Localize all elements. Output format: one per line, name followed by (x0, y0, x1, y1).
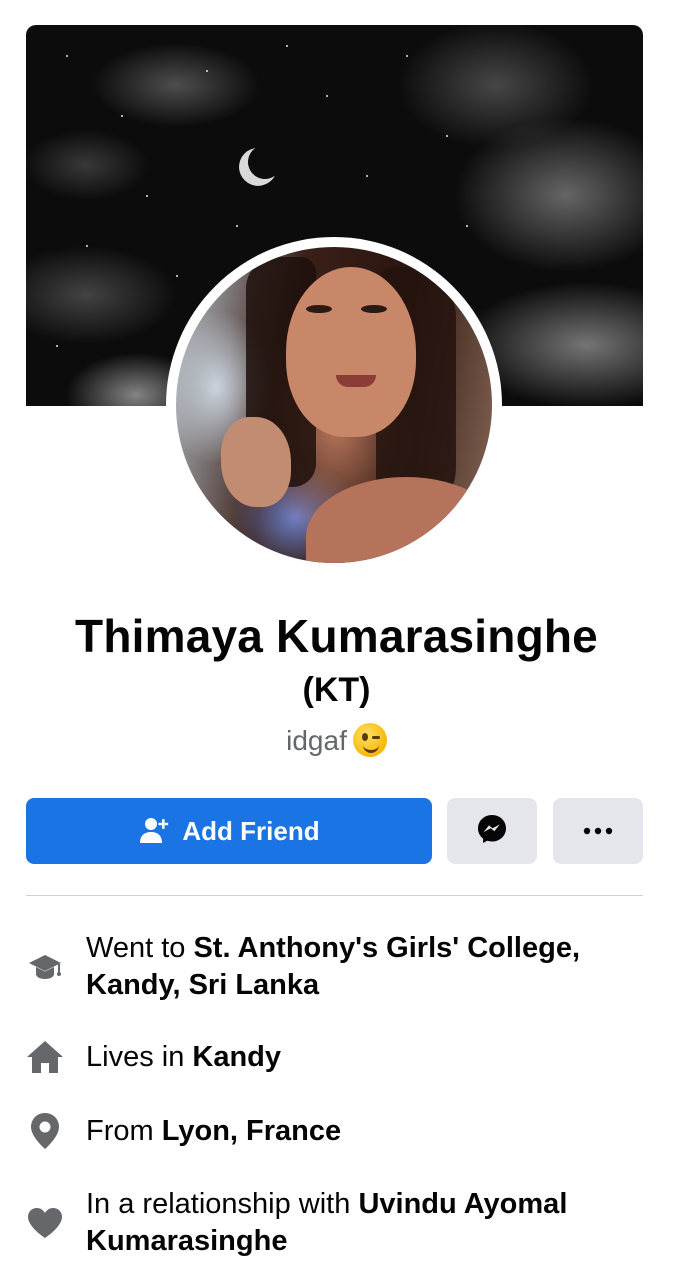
lives-in-row: Lives in Kandy (26, 1038, 643, 1076)
add-person-icon (138, 815, 170, 847)
relationship-text: In a relationship with Uvindu Ayomal Kum… (86, 1186, 643, 1260)
message-button[interactable] (447, 798, 537, 864)
winking-face-emoji-icon (352, 723, 387, 757)
lives-in-text: Lives in Kandy (86, 1039, 281, 1076)
education-text: Went to St. Anthony's Girls' College, Ka… (86, 930, 643, 1004)
lives-in-prefix: Lives in (86, 1040, 193, 1073)
add-friend-button[interactable]: Add Friend (26, 798, 432, 864)
graduation-cap-icon (26, 948, 64, 986)
location-pin-icon (26, 1112, 64, 1150)
relationship-row: In a relationship with Uvindu Ayomal Kum… (26, 1186, 643, 1260)
messenger-icon (476, 813, 508, 850)
profile-avatar[interactable] (176, 247, 492, 563)
education-row: Went to St. Anthony's Girls' College, Ka… (26, 930, 643, 1004)
lives-in-link[interactable]: Kandy (192, 1041, 281, 1073)
education-prefix: Went to (86, 932, 194, 964)
bio-text: idgaf (286, 725, 347, 756)
home-icon (26, 1038, 64, 1076)
from-link[interactable]: Lyon, France (162, 1115, 341, 1147)
more-options-icon (583, 822, 613, 840)
relationship-prefix: In a relationship with (86, 1188, 359, 1220)
section-divider (26, 895, 643, 896)
from-row: From Lyon, France (26, 1112, 643, 1150)
profile-bio: idgaf (0, 720, 673, 762)
more-options-button[interactable] (553, 798, 643, 864)
from-prefix: From (86, 1114, 162, 1147)
from-text: From Lyon, France (86, 1113, 341, 1150)
profile-name: Thimaya Kumarasinghe (75, 610, 598, 662)
add-friend-label: Add Friend (182, 815, 320, 846)
moon-graphic (245, 142, 284, 181)
profile-alternate-name: (KT) (302, 671, 371, 709)
heart-icon (26, 1204, 64, 1242)
